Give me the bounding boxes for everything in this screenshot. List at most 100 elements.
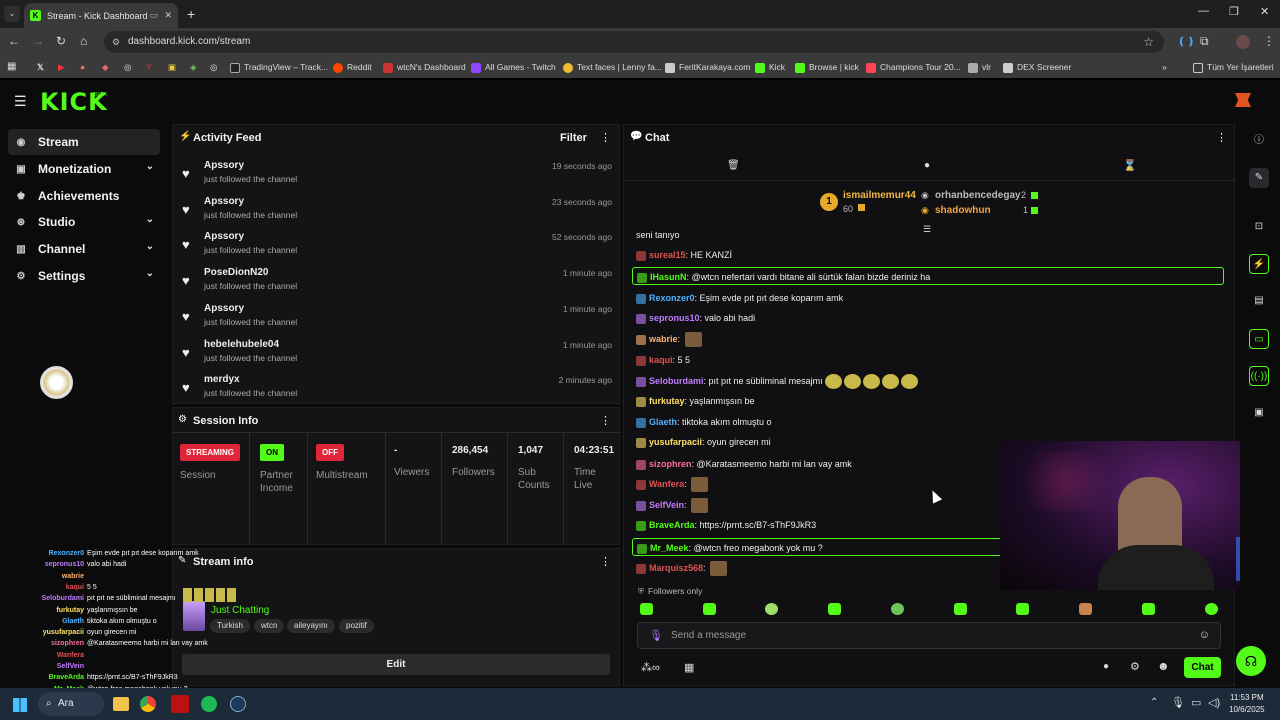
- windows-start-icon[interactable]: [13, 698, 27, 712]
- bookmark-vlr[interactable]: vlr: [968, 56, 991, 78]
- activity-feed-item[interactable]: ♥ Apssory just followed the channel 23 seco…: [182, 196, 612, 232]
- more-options-icon[interactable]: ⋮: [600, 414, 611, 427]
- chat-username[interactable]: Seloburdami: [649, 376, 704, 386]
- bookmark-kick[interactable]: Kick: [755, 56, 785, 78]
- chat-username[interactable]: Rexonzer0: [649, 293, 695, 303]
- screenshot-icon[interactable]: ⊡: [1249, 217, 1269, 237]
- bookmark-icon[interactable]: ◎: [210, 56, 217, 78]
- volume-icon[interactable]: ◁): [1208, 696, 1220, 709]
- store-icon[interactable]: ▦: [684, 661, 694, 674]
- forward-icon[interactable]: →: [32, 34, 44, 48]
- apps-icon[interactable]: ▦: [7, 56, 16, 78]
- chat-username[interactable]: Wanfera: [649, 479, 684, 489]
- hamburger-menu-icon[interactable]: ☰: [14, 93, 27, 110]
- bookmarks-overflow-icon[interactable]: »: [1162, 56, 1167, 78]
- emote-icon[interactable]: [703, 603, 716, 615]
- tray-overflow-icon[interactable]: ⌃: [1150, 697, 1158, 708]
- chat-username[interactable]: Glaeth: [649, 417, 677, 427]
- sidebar-item-channel[interactable]: ▥ Channel ⌄: [8, 236, 160, 262]
- home-icon[interactable]: ⌂: [80, 34, 87, 48]
- edit-button[interactable]: Edit: [182, 654, 610, 675]
- chat-username[interactable]: sureal15: [649, 250, 686, 260]
- bookmark-feritkarakaya[interactable]: FeritKarakaya.com: [665, 56, 750, 78]
- emote-icon[interactable]: [1016, 603, 1029, 615]
- chat-username[interactable]: yusufarpacii: [649, 437, 702, 447]
- more-options-icon[interactable]: ⋮: [600, 555, 611, 568]
- chat-username[interactable]: wabrie: [649, 334, 678, 344]
- tab-search-icon[interactable]: ▭: [149, 10, 158, 21]
- microphone-tray-icon[interactable]: 🎙: [1171, 696, 1185, 709]
- chat-message[interactable]: Rexonzer0: Eşim evde pıt pıt dese koparı…: [636, 289, 843, 307]
- clock-time[interactable]: 11:53 PM: [1230, 693, 1264, 702]
- window-close-icon[interactable]: ✕: [1260, 5, 1269, 18]
- trash-icon[interactable]: 🗑: [727, 160, 740, 171]
- chat-username[interactable]: sepronus10: [649, 313, 700, 323]
- chat-message[interactable]: yusufarpacii: oyun girecen mi: [636, 433, 771, 451]
- emote-icon[interactable]: [640, 603, 653, 615]
- bookmark-twitch[interactable]: All Games - Twitch: [471, 56, 556, 78]
- microphone-icon[interactable]: 🎙: [649, 629, 663, 642]
- new-tab-icon[interactable]: +: [187, 6, 195, 22]
- chat-username[interactable]: kaqui: [649, 355, 673, 365]
- chat-username[interactable]: SelfVein: [649, 500, 684, 510]
- chat-toggle-icon[interactable]: ▭: [1249, 329, 1269, 349]
- sidebar-item-achievements[interactable]: ♚ Achievements: [8, 183, 160, 209]
- follower-name[interactable]: merdyx: [204, 374, 240, 385]
- minimize-icon[interactable]: —: [1198, 5, 1209, 17]
- chat-message[interactable]: furkutay: yaşlanmışsın be: [636, 392, 755, 410]
- follower-name[interactable]: hebelehubele04: [204, 339, 279, 350]
- chat-message[interactable]: Seloburdami: pıt pıt ne sübliminal mesaj…: [636, 372, 918, 390]
- extension-icon[interactable]: ❪❫: [1177, 35, 1195, 48]
- chat-message[interactable]: Marquisz568:: [636, 559, 728, 577]
- clock-date[interactable]: 10/6/2025: [1229, 705, 1265, 714]
- chat-username[interactable]: BraveArda: [649, 520, 695, 530]
- chat-settings-bubble-icon[interactable]: ●: [1103, 661, 1109, 672]
- notes-icon[interactable]: ▤: [1249, 291, 1269, 311]
- chat-message[interactable]: sizophren: @Karatasmeemo harbi mi lan va…: [636, 455, 852, 473]
- chat-message[interactable]: SelfVein:: [636, 496, 709, 514]
- chat-message[interactable]: wabrie:: [636, 330, 702, 348]
- site-info-icon[interactable]: ⚙: [112, 31, 120, 53]
- chat-username[interactable]: Marquisz568: [649, 563, 703, 573]
- emote-icon[interactable]: [1079, 603, 1092, 615]
- tab-list-icon[interactable]: ⌄: [4, 6, 20, 22]
- activity-feed-item[interactable]: ♥ PoseDionN20 just followed the channel 1 m…: [182, 267, 612, 303]
- layout-icon[interactable]: ▣: [1249, 403, 1269, 423]
- maximize-icon[interactable]: ❐: [1229, 5, 1239, 18]
- emote-icon[interactable]: [954, 603, 967, 615]
- bookmark-tradingview[interactable]: TradingView – Track...: [230, 56, 328, 78]
- chat-username[interactable]: sizophren: [649, 459, 692, 469]
- file-explorer-icon[interactable]: [113, 697, 129, 711]
- bookmark-icon[interactable]: ◎: [124, 56, 131, 78]
- chat-message[interactable]: Wanfera:: [636, 475, 709, 493]
- chat-message[interactable]: kaqui: 5 5: [636, 351, 690, 369]
- bookmark-dexscreener[interactable]: DEX Screener: [1003, 56, 1071, 78]
- tag-wtcn[interactable]: wtcn: [254, 619, 285, 633]
- activity-feed-item[interactable]: ♥ Apssory just followed the channel 1 minut…: [182, 303, 612, 339]
- taskbar-search[interactable]: ⌕ Ara: [38, 692, 104, 716]
- chat-message[interactable]: Glaeth: tiktoka akım olmuştu o: [636, 413, 772, 431]
- chat-message[interactable]: sepronus10: valo abi hadi: [636, 309, 755, 327]
- gifter-name[interactable]: shadowhun: [935, 205, 991, 216]
- more-options-icon[interactable]: ⋮: [1216, 131, 1227, 144]
- filter-button[interactable]: Filter: [560, 132, 587, 144]
- youtube-bookmark-icon[interactable]: ▶: [58, 56, 65, 78]
- activity-feed-item[interactable]: ♥ hebelehubele04 just followed the channel…: [182, 339, 612, 375]
- chat-input[interactable]: 🎙 Send a message ☺: [637, 622, 1221, 649]
- bookmark-champions-tour[interactable]: Champions Tour 20...: [866, 56, 961, 78]
- chat-message[interactable]: sureal15: HE KANZİ: [636, 246, 732, 264]
- bookmark-browse-kick[interactable]: Browse | kick: [795, 56, 859, 78]
- tag-aileyayini[interactable]: aileyayını: [287, 619, 335, 633]
- all-bookmarks-folder[interactable]: Tüm Yer İşaretleri: [1193, 56, 1274, 78]
- follower-name[interactable]: Apssory: [204, 231, 244, 242]
- app-icon[interactable]: [171, 695, 189, 713]
- edit-icon[interactable]: ✎: [1249, 168, 1269, 188]
- emote-icon[interactable]: [1142, 603, 1155, 615]
- bookmark-icon[interactable]: ●: [80, 56, 85, 78]
- chat-mode-icon[interactable]: ●: [924, 160, 930, 171]
- gifter-name[interactable]: ismailmemur44: [843, 190, 916, 201]
- chat-message[interactable]: IHasunN: @wtcn nefertari vardı bitane al…: [632, 267, 1224, 285]
- sidebar-item-studio[interactable]: ⊛ Studio ⌄: [8, 209, 160, 235]
- chat-username[interactable]: IHasunN: [650, 272, 687, 282]
- emoji-picker-icon[interactable]: ☺: [1199, 629, 1210, 641]
